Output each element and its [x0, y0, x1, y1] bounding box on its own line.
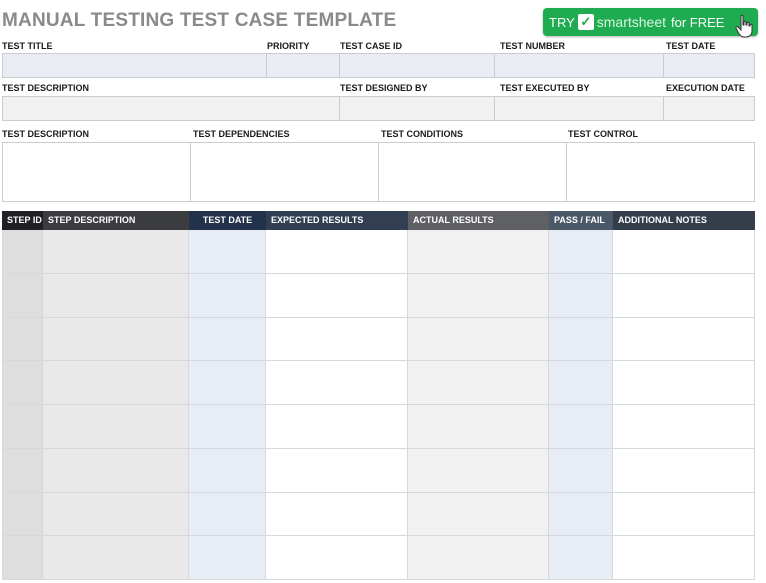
cell-actual-results[interactable] — [408, 405, 549, 449]
cell-expected-results[interactable] — [266, 492, 408, 537]
execution-date-field[interactable] — [663, 96, 755, 121]
cell-additional-notes[interactable] — [613, 448, 755, 493]
label-execution-date: EXECUTION DATE — [666, 83, 745, 93]
cell-pass-fail[interactable] — [549, 536, 613, 580]
label-test-case-id: TEST CASE ID — [340, 41, 403, 51]
cell-step-description[interactable] — [43, 536, 189, 580]
cell-expected-results[interactable] — [266, 230, 408, 274]
cell-test-date[interactable] — [189, 230, 266, 274]
cell-expected-results[interactable] — [266, 273, 408, 318]
cell-step-id[interactable] — [2, 317, 43, 362]
cta-try-text: TRY — [549, 14, 575, 30]
test-dependencies-box[interactable] — [190, 142, 379, 202]
cell-expected-results[interactable] — [266, 317, 408, 362]
cta-suffix-text: for FREE — [671, 14, 725, 30]
test-executed-by-field[interactable] — [494, 96, 664, 121]
cell-step-description[interactable] — [43, 492, 189, 537]
cell-step-description[interactable] — [43, 361, 189, 405]
header-step-id: STEP ID — [2, 211, 43, 230]
test-description-box[interactable] — [2, 142, 191, 202]
steps-table: STEP ID STEP DESCRIPTION TEST DATE EXPECTED… — [2, 211, 755, 581]
cell-pass-fail[interactable] — [549, 273, 613, 318]
cell-actual-results[interactable] — [408, 536, 549, 580]
header-actual-results: ACTUAL RESULTS — [408, 211, 549, 230]
cell-actual-results[interactable] — [408, 230, 549, 274]
header-step-description: STEP DESCRIPTION — [43, 211, 189, 230]
cell-actual-results[interactable] — [408, 273, 549, 318]
cell-actual-results[interactable] — [408, 361, 549, 405]
test-conditions-box[interactable] — [378, 142, 567, 202]
cell-step-id[interactable] — [2, 405, 43, 449]
cell-pass-fail[interactable] — [549, 361, 613, 405]
cell-actual-results[interactable] — [408, 317, 549, 362]
try-smartsheet-button[interactable]: TRY ✓ smartsheet for FREE — [543, 8, 758, 36]
cell-step-id[interactable] — [2, 273, 43, 318]
cell-step-id[interactable] — [2, 230, 43, 274]
cell-actual-results[interactable] — [408, 492, 549, 537]
cell-additional-notes[interactable] — [613, 361, 755, 405]
cell-test-date[interactable] — [189, 448, 266, 493]
label-test-control: TEST CONTROL — [568, 129, 638, 139]
label-test-executed-by: TEST EXECUTED BY — [500, 83, 590, 93]
page-title: MANUAL TESTING TEST CASE TEMPLATE — [2, 10, 397, 31]
test-description-field[interactable] — [2, 96, 340, 121]
cell-test-date[interactable] — [189, 536, 266, 580]
cell-test-date[interactable] — [189, 317, 266, 362]
label-test-title: TEST TITLE — [2, 41, 53, 51]
header-additional-notes: ADDITIONAL NOTES — [613, 211, 755, 230]
cell-test-date[interactable] — [189, 405, 266, 449]
cell-expected-results[interactable] — [266, 448, 408, 493]
cell-pass-fail[interactable] — [549, 492, 613, 537]
cell-test-date[interactable] — [189, 361, 266, 405]
header-test-date: TEST DATE — [189, 211, 266, 230]
header-expected-results: EXPECTED RESULTS — [266, 211, 408, 230]
cell-step-id[interactable] — [2, 448, 43, 493]
cell-step-description[interactable] — [43, 230, 189, 274]
cell-actual-results[interactable] — [408, 448, 549, 493]
label-test-description-2: TEST DESCRIPTION — [2, 129, 90, 139]
checkmark-icon: ✓ — [577, 14, 594, 30]
label-test-number: TEST NUMBER — [500, 41, 565, 51]
cell-pass-fail[interactable] — [549, 230, 613, 274]
test-number-field[interactable] — [494, 53, 664, 78]
test-designed-by-field[interactable] — [339, 96, 495, 121]
cell-step-description[interactable] — [43, 273, 189, 318]
cell-step-description[interactable] — [43, 317, 189, 362]
cell-pass-fail[interactable] — [549, 317, 613, 362]
cell-additional-notes[interactable] — [613, 317, 755, 362]
label-test-designed-by: TEST DESIGNED BY — [340, 83, 428, 93]
test-date-field[interactable] — [663, 53, 755, 78]
test-control-box[interactable] — [566, 142, 755, 202]
cell-additional-notes[interactable] — [613, 536, 755, 580]
test-case-id-field[interactable] — [339, 53, 495, 78]
cell-additional-notes[interactable] — [613, 492, 755, 537]
cell-pass-fail[interactable] — [549, 448, 613, 493]
cell-expected-results[interactable] — [266, 405, 408, 449]
label-priority: PRIORITY — [267, 41, 310, 51]
cell-pass-fail[interactable] — [549, 405, 613, 449]
cell-step-id[interactable] — [2, 492, 43, 537]
cell-step-description[interactable] — [43, 448, 189, 493]
label-test-dependencies: TEST DEPENDENCIES — [193, 129, 290, 139]
cell-additional-notes[interactable] — [613, 230, 755, 274]
test-title-field[interactable] — [2, 53, 267, 78]
cta-brand-text: smartsheet — [596, 14, 667, 30]
cell-step-id[interactable] — [2, 361, 43, 405]
cell-additional-notes[interactable] — [613, 273, 755, 318]
cell-additional-notes[interactable] — [613, 405, 755, 449]
priority-field[interactable] — [266, 53, 340, 78]
hand-cursor-icon — [735, 14, 755, 38]
cell-expected-results[interactable] — [266, 536, 408, 580]
cell-expected-results[interactable] — [266, 361, 408, 405]
label-test-date: TEST DATE — [666, 41, 716, 51]
label-test-description: TEST DESCRIPTION — [2, 83, 90, 93]
header-pass-fail: PASS / FAIL — [549, 211, 613, 230]
cell-step-id[interactable] — [2, 536, 43, 580]
label-test-conditions: TEST CONDITIONS — [381, 129, 464, 139]
cell-test-date[interactable] — [189, 492, 266, 537]
cell-test-date[interactable] — [189, 273, 266, 318]
cell-step-description[interactable] — [43, 405, 189, 449]
